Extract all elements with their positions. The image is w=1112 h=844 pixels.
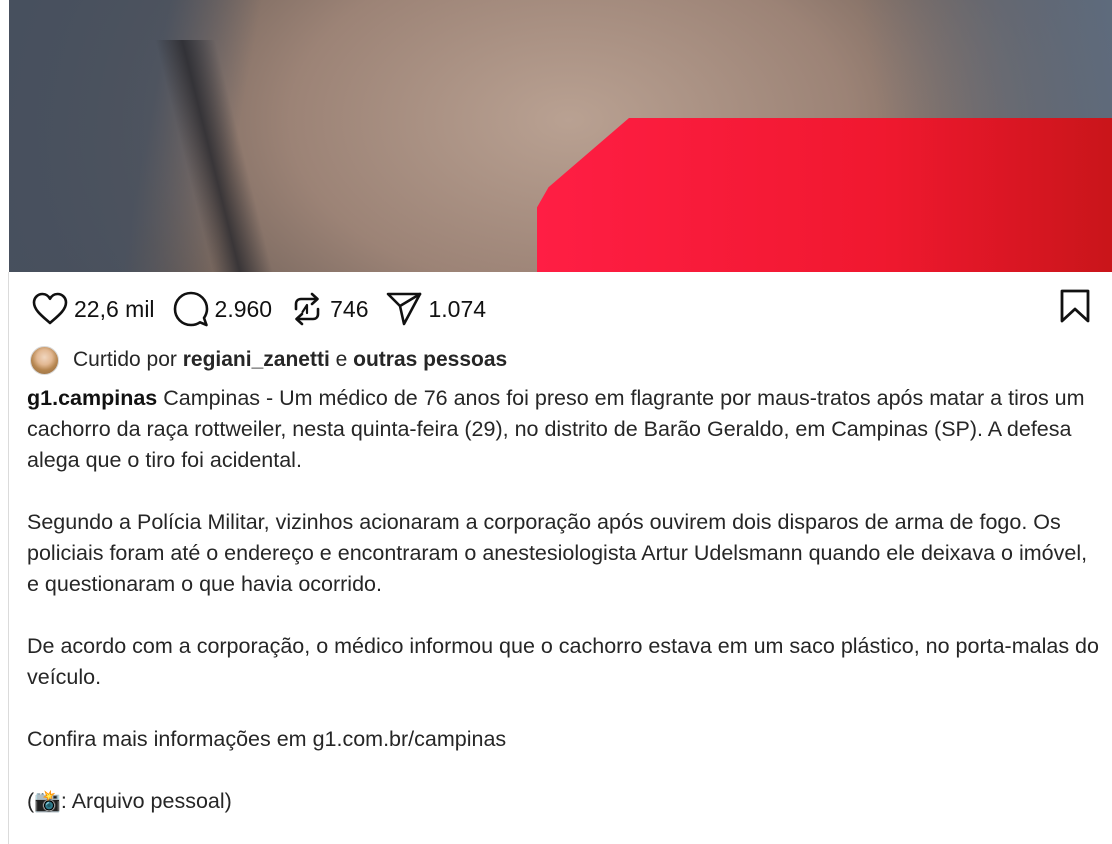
liked-by-connector: e (335, 348, 348, 371)
caption-link-line: Confira mais informações em g1.com.br/ca… (27, 727, 507, 751)
comment-button[interactable]: 2.960 (173, 291, 273, 327)
caption-photo-credit: (📸: Arquivo pessoal) (27, 789, 232, 813)
send-icon (386, 291, 422, 327)
post-caption: g1.campinas Campinas - Um médico de 76 a… (27, 383, 1099, 817)
repost-count[interactable]: 746 (330, 296, 368, 323)
caption-paragraph: g1.campinas Campinas - Um médico de 76 a… (27, 383, 1099, 476)
caption-text: Campinas - Um médico de 76 anos foi pres… (27, 386, 1085, 472)
heart-icon (32, 292, 68, 326)
share-button[interactable]: 1.074 (386, 291, 486, 327)
comment-bubble-icon (173, 291, 209, 327)
caption-paragraph: De acordo com a corporação, o médico inf… (27, 634, 1099, 689)
share-count[interactable]: 1.074 (428, 296, 486, 323)
caption-paragraph: Segundo a Polícia Militar, vizinhos acio… (27, 510, 1088, 596)
liked-by-others[interactable]: outras pessoas (353, 348, 507, 372)
image-red-banner (537, 118, 1112, 272)
instagram-post: 22,6 mil 2.960 746 1.074 Curtido por reg… (0, 0, 1112, 844)
like-count[interactable]: 22,6 mil (74, 296, 155, 323)
save-button[interactable] (1058, 288, 1094, 326)
liked-by-prefix: Curtido por (73, 348, 177, 371)
liked-by-user[interactable]: regiani_zanetti (183, 348, 330, 372)
comment-count[interactable]: 2.960 (215, 296, 273, 323)
post-border (8, 272, 9, 844)
caption-username[interactable]: g1.campinas (27, 386, 157, 410)
repost-icon (290, 291, 324, 327)
post-image[interactable] (9, 0, 1112, 272)
avatar[interactable] (30, 345, 59, 375)
liked-by-row: Curtido por regiani_zanetti e outras pes… (30, 345, 507, 375)
repost-button[interactable]: 746 (290, 291, 368, 327)
like-button[interactable]: 22,6 mil (32, 292, 155, 326)
post-actions-bar: 22,6 mil 2.960 746 1.074 (32, 288, 504, 330)
bookmark-icon (1058, 289, 1092, 328)
